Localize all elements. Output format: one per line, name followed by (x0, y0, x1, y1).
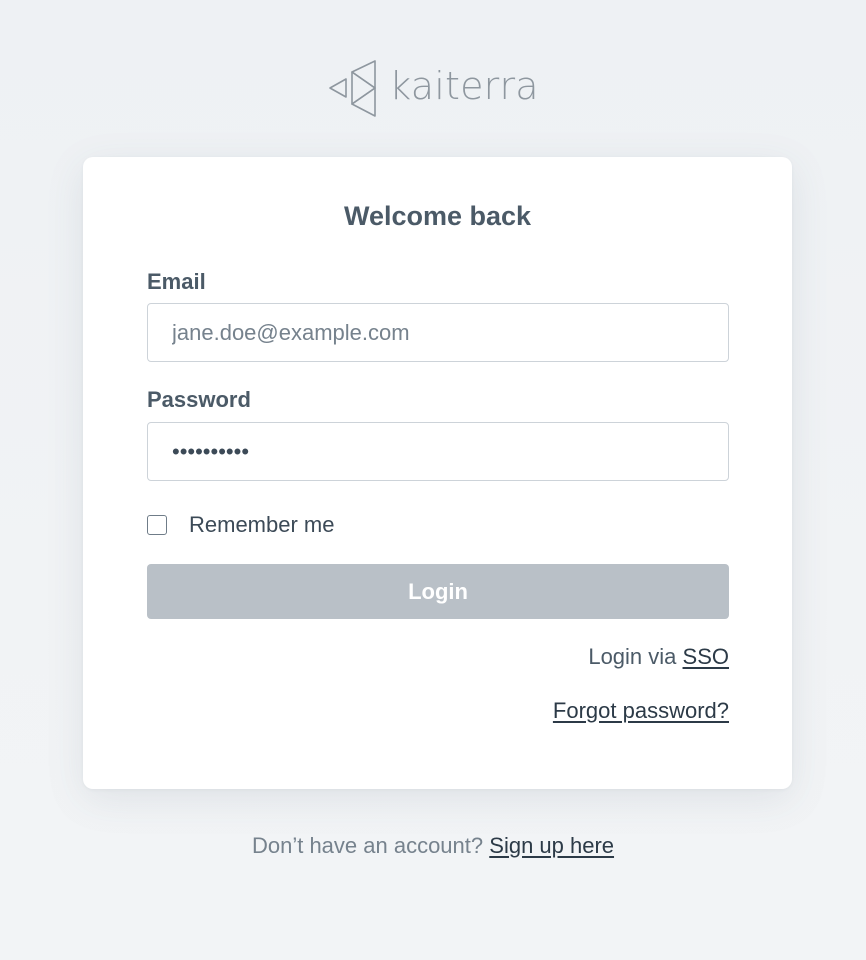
sso-row: Login via SSO (588, 644, 729, 670)
login-button[interactable]: Login (147, 564, 729, 619)
signup-prompt: Don’t have an account? (251, 833, 484, 858)
signup-row: Don’t have an account? Sign up here (0, 833, 866, 859)
login-title: Welcome back (343, 201, 532, 231)
forgot-password-link[interactable]: Forgot password? (553, 698, 729, 723)
remember-me-row[interactable]: Remember me (147, 512, 334, 538)
kaiterra-logo-icon (329, 60, 377, 117)
password-label: Password (147, 387, 251, 412)
forgot-password-row: Forgot password? (553, 698, 729, 724)
brand-name: kaiterra (389, 64, 539, 108)
signup-link[interactable]: Sign up here (489, 833, 614, 858)
sso-prefix: Login via (588, 644, 677, 669)
remember-me-label[interactable]: Remember me (189, 512, 334, 538)
email-label: Email (147, 269, 206, 294)
login-card: Welcome back Email Password Remember me … (83, 157, 792, 789)
sso-link[interactable]: SSO (683, 644, 729, 669)
brand-logo: kaiterra (0, 58, 866, 120)
email-field[interactable] (147, 303, 729, 362)
remember-me-checkbox[interactable] (147, 515, 167, 535)
password-field[interactable] (147, 422, 729, 481)
